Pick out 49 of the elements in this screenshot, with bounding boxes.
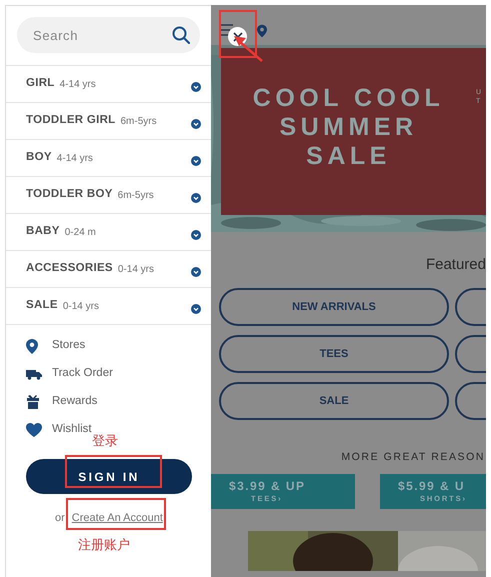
- age-range: 6m-5yrs: [120, 114, 157, 128]
- age-range: 0-14 yrs: [62, 300, 99, 314]
- menu-link[interactable]: Track Order: [52, 365, 113, 383]
- menu-link[interactable]: Stores: [52, 337, 86, 355]
- create-account-link[interactable]: Create An Account: [72, 510, 163, 526]
- section-heading: MORE GREAT REASON: [341, 450, 485, 464]
- age-range: 4-14 yrs: [60, 78, 96, 92]
- truck-icon: [26, 368, 42, 380]
- search-field[interactable]: Search: [17, 17, 200, 53]
- menu-link[interactable]: Wishlist: [52, 421, 92, 439]
- location-pin-icon: [26, 338, 38, 354]
- menu-link[interactable]: Rewards: [52, 393, 98, 411]
- category-label: TODDLER BOY: [26, 187, 113, 202]
- age-range: 0-24 m: [64, 226, 96, 240]
- menu-icon[interactable]: [220, 24, 233, 36]
- sign-in-button[interactable]: SIGN IN: [26, 459, 192, 494]
- pointer-arrow: [232, 33, 264, 63]
- deal-price: $3.99 & UP: [229, 479, 306, 494]
- close-icon[interactable]: [232, 32, 242, 42]
- chevron-down-icon[interactable]: [191, 230, 201, 240]
- annotation-label: 注册账户: [78, 537, 130, 552]
- location-pin-icon[interactable]: [257, 24, 267, 38]
- category-pill[interactable]: TEES: [219, 335, 449, 373]
- category-label: GIRL: [26, 76, 55, 92]
- heart-icon: [26, 423, 42, 437]
- or-text: or: [55, 511, 65, 526]
- chevron-down-icon[interactable]: [191, 267, 201, 277]
- chevron-down-icon[interactable]: [191, 119, 201, 129]
- age-range: 6m-5yrs: [118, 188, 154, 202]
- chevron-down-icon[interactable]: [191, 304, 201, 314]
- category-label: ACCESSORIES: [26, 261, 113, 276]
- section-heading: Featured: [426, 255, 486, 274]
- deal-price: $5.99 & U: [398, 479, 465, 494]
- category-label: SALE: [26, 298, 58, 314]
- category-pill[interactable]: NEW ARRIVALS: [219, 288, 449, 326]
- gift-icon: [26, 395, 40, 409]
- category-label: TODDLER GIRL: [26, 113, 116, 128]
- search-icon[interactable]: [172, 26, 190, 44]
- banner-title: COOL COOL SUMMER SALE: [252, 84, 444, 171]
- annotation-label: 登录: [92, 433, 118, 448]
- category-pill[interactable]: SALE: [219, 382, 449, 420]
- highlight-frame: [219, 10, 257, 58]
- age-range: 0-14 yrs: [118, 262, 154, 276]
- category-label: BABY: [26, 224, 60, 240]
- category-label: BOY: [26, 150, 52, 166]
- chevron-down-icon[interactable]: [191, 193, 201, 203]
- chevron-down-icon[interactable]: [191, 156, 201, 166]
- age-range: 4-14 yrs: [56, 152, 93, 166]
- chevron-down-icon[interactable]: [191, 82, 201, 92]
